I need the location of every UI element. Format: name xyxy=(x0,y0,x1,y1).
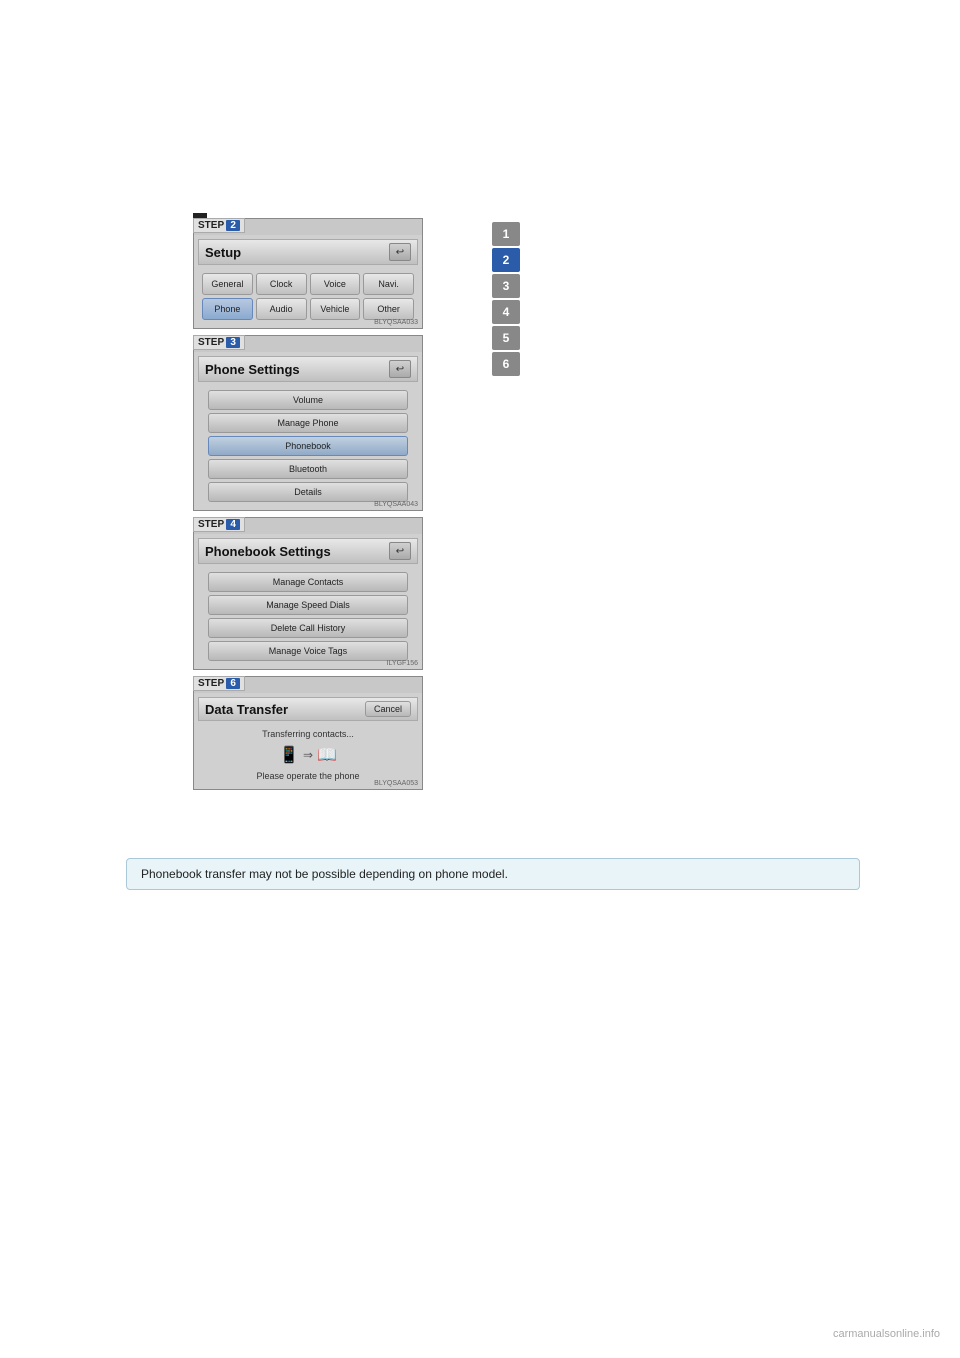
phone-settings-title: Phone Settings xyxy=(205,362,300,377)
sidebar-item-4[interactable]: 4 xyxy=(492,300,520,324)
setup-back-button[interactable]: ↩ xyxy=(389,243,411,261)
transferring-text: Transferring contacts... xyxy=(204,729,412,739)
page: 1 2 3 4 5 6 STEP 2 Setup xyxy=(0,0,960,1358)
book-icon: 📖 xyxy=(317,745,337,765)
sidebar-item-2[interactable]: 2 xyxy=(492,248,520,272)
setup-button-grid: General Clock Voice Navi. Phone Audio Ve… xyxy=(198,269,418,324)
phonebook-settings-screen-inner: Phonebook Settings ↩ Manage Contacts Man… xyxy=(194,534,422,669)
step4-label: STEP 4 xyxy=(193,517,245,532)
phone-settings-list: Volume Manage Phone Phonebook Bluetooth … xyxy=(198,386,418,506)
phonebook-settings-title: Phonebook Settings xyxy=(205,544,331,559)
navi-button[interactable]: Navi. xyxy=(363,273,414,295)
phone-settings-screen: STEP 3 Phone Settings ↩ Volume Manage Ph… xyxy=(193,335,423,511)
watermark: carmanualsonline.info xyxy=(833,1328,940,1340)
phone-button[interactable]: Phone xyxy=(202,298,253,320)
manage-contacts-button[interactable]: Manage Contacts xyxy=(208,572,408,592)
data-transfer-image-code: BLYQSAA053 xyxy=(374,780,418,787)
phonebook-settings-back-button[interactable]: ↩ xyxy=(389,542,411,560)
side-navigation: 1 2 3 4 5 6 xyxy=(492,222,520,376)
sidebar-item-5[interactable]: 5 xyxy=(492,326,520,350)
step3-label: STEP 3 xyxy=(193,335,245,350)
setup-header: Setup ↩ xyxy=(198,239,418,265)
data-transfer-body: Transferring contacts... 📱 ⇒ 📖 Please op… xyxy=(198,725,418,785)
phone-settings-back-button[interactable]: ↩ xyxy=(389,360,411,378)
transfer-icons: 📱 ⇒ 📖 xyxy=(204,745,412,765)
phone-settings-header: Phone Settings ↩ xyxy=(198,356,418,382)
details-button[interactable]: Details xyxy=(208,482,408,502)
data-transfer-header: Data Transfer Cancel xyxy=(198,697,418,721)
screens-area: STEP 2 Setup ↩ General Clock Voice Navi.… xyxy=(193,218,423,796)
setup-screen-inner: Setup ↩ General Clock Voice Navi. Phone … xyxy=(194,235,422,328)
sidebar-item-3[interactable]: 3 xyxy=(492,274,520,298)
setup-image-code: BLYQSAA033 xyxy=(374,319,418,326)
step6-label: STEP 6 xyxy=(193,676,245,691)
phonebook-settings-list: Manage Contacts Manage Speed Dials Delet… xyxy=(198,568,418,665)
step2-label: STEP 2 xyxy=(193,218,245,233)
arrow-icon: ⇒ xyxy=(303,748,313,762)
other-button[interactable]: Other xyxy=(363,298,414,320)
audio-button[interactable]: Audio xyxy=(256,298,307,320)
phonebook-settings-header: Phonebook Settings ↩ xyxy=(198,538,418,564)
voice-button[interactable]: Voice xyxy=(310,273,361,295)
manage-speed-dials-button[interactable]: Manage Speed Dials xyxy=(208,595,408,615)
top-area xyxy=(0,0,960,210)
data-transfer-screen: STEP 6 Data Transfer Cancel Transferring… xyxy=(193,676,423,790)
phonebook-button[interactable]: Phonebook xyxy=(208,436,408,456)
phone-settings-image-code: BLYQSAA043 xyxy=(374,501,418,508)
note-text: Phonebook transfer may not be possible d… xyxy=(141,867,508,881)
sidebar-item-1[interactable]: 1 xyxy=(492,222,520,246)
vehicle-button[interactable]: Vehicle xyxy=(310,298,361,320)
phonebook-settings-screen: STEP 4 Phonebook Settings ↩ Manage Conta… xyxy=(193,517,423,670)
manage-voice-tags-button[interactable]: Manage Voice Tags xyxy=(208,641,408,661)
phone-settings-screen-inner: Phone Settings ↩ Volume Manage Phone Pho… xyxy=(194,352,422,510)
note-box: Phonebook transfer may not be possible d… xyxy=(126,858,860,890)
setup-screen: STEP 2 Setup ↩ General Clock Voice Navi.… xyxy=(193,218,423,329)
volume-button[interactable]: Volume xyxy=(208,390,408,410)
clock-button[interactable]: Clock xyxy=(256,273,307,295)
phonebook-settings-image-code: ILYGF156 xyxy=(387,660,418,667)
general-button[interactable]: General xyxy=(202,273,253,295)
phone-icon: 📱 xyxy=(279,745,299,765)
bluetooth-button[interactable]: Bluetooth xyxy=(208,459,408,479)
data-transfer-title: Data Transfer xyxy=(205,702,288,717)
delete-call-history-button[interactable]: Delete Call History xyxy=(208,618,408,638)
manage-phone-button[interactable]: Manage Phone xyxy=(208,413,408,433)
data-transfer-screen-inner: Data Transfer Cancel Transferring contac… xyxy=(194,693,422,789)
sidebar-item-6[interactable]: 6 xyxy=(492,352,520,376)
setup-title: Setup xyxy=(205,245,241,260)
cancel-button[interactable]: Cancel xyxy=(365,701,411,717)
